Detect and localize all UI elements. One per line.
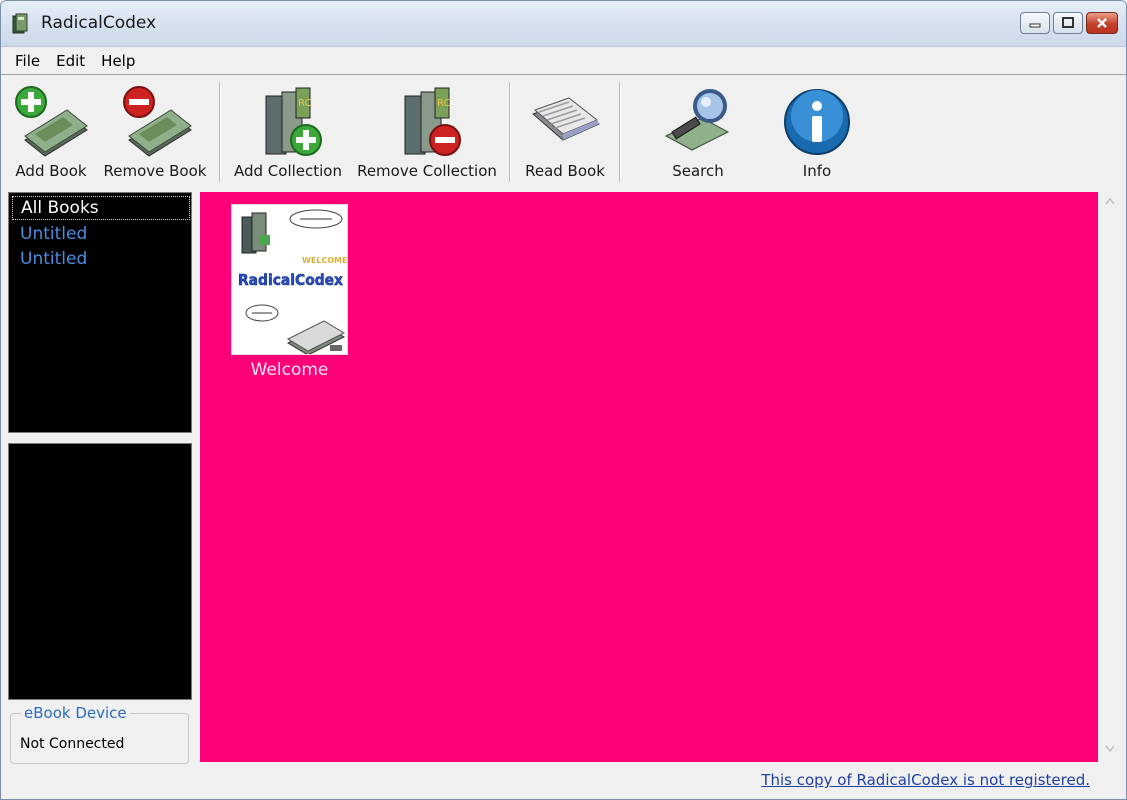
book-grid[interactable]: WELCOME TO RadicalCodex Welcome (200, 192, 1098, 762)
cover-brand-text: RadicalCodex (238, 271, 343, 289)
cover-heading-text: WELCOME TO (302, 256, 348, 265)
read-book-label: Read Book (525, 162, 605, 180)
remove-collection-label: Remove Collection (357, 162, 497, 180)
menu-file[interactable]: File (7, 52, 48, 70)
collections-list[interactable]: All Books Untitled Untitled (8, 192, 192, 433)
info-icon (784, 89, 850, 155)
add-collection-icon: RC (265, 87, 322, 156)
svg-text:RC: RC (437, 98, 450, 109)
close-icon (1097, 18, 1107, 28)
title-bar[interactable]: RadicalCodex (1, 1, 1126, 47)
scroll-up-icon[interactable] (1104, 196, 1116, 206)
maximize-button[interactable] (1053, 12, 1083, 34)
remove-collection-icon: RC (404, 87, 461, 156)
book-cover-welcome[interactable]: WELCOME TO RadicalCodex (231, 204, 348, 355)
close-button[interactable] (1086, 12, 1118, 34)
collection-item-untitled[interactable]: Untitled (12, 248, 95, 272)
svg-text:RC: RC (298, 98, 311, 109)
app-book-icon (12, 13, 28, 34)
panel-splitter[interactable] (8, 433, 192, 443)
registration-link[interactable]: This copy of RadicalCodex is not registe… (761, 771, 1090, 789)
collection-item-untitled[interactable]: Untitled (12, 223, 95, 247)
app-window: RadicalCodex File Edit Help Add Book Rem… (0, 0, 1127, 800)
toolbar-separator (509, 82, 511, 182)
ebook-device-group: eBook Device Not Connected (10, 704, 189, 764)
ebook-device-status: Not Connected (20, 736, 125, 752)
book-title-welcome[interactable]: Welcome (231, 360, 348, 380)
read-book-button[interactable]: Read Book (521, 80, 609, 184)
scroll-down-icon[interactable] (1104, 744, 1116, 754)
search-icon (664, 89, 730, 151)
add-book-label: Add Book (15, 162, 87, 180)
info-button[interactable]: Info (777, 80, 857, 184)
content-scrollbar[interactable] (1100, 192, 1120, 762)
maximize-icon (1062, 17, 1074, 28)
book-cover-image: WELCOME TO RadicalCodex (232, 205, 348, 354)
remove-collection-button[interactable]: RC Remove Collection (357, 80, 497, 184)
search-button[interactable]: Search (657, 80, 739, 184)
status-bar: This copy of RadicalCodex is not registe… (1, 766, 1126, 799)
info-label: Info (802, 162, 832, 180)
toolbar-separator (219, 82, 221, 182)
menu-help[interactable]: Help (93, 52, 143, 70)
add-book-button[interactable]: Add Book (11, 80, 91, 184)
menu-edit[interactable]: Edit (48, 52, 93, 70)
add-book-icon (15, 86, 88, 157)
remove-book-icon (123, 86, 192, 157)
add-collection-label: Add Collection (233, 162, 342, 180)
remove-book-label: Remove Book (103, 162, 207, 180)
minimize-icon (1029, 23, 1041, 28)
window-title: RadicalCodex (41, 13, 157, 33)
toolbar: Add Book Remove Book RC Add Collection R… (1, 76, 1126, 186)
toolbar-separator (619, 82, 621, 182)
menu-bar: File Edit Help (1, 47, 1126, 75)
ebook-device-legend: eBook Device (21, 704, 130, 722)
details-panel (8, 443, 192, 700)
read-book-icon (532, 97, 600, 141)
minimize-button[interactable] (1020, 12, 1050, 34)
collection-item-all-books[interactable]: All Books (12, 196, 190, 220)
add-collection-button[interactable]: RC Add Collection (233, 80, 343, 184)
remove-book-button[interactable]: Remove Book (101, 80, 209, 184)
search-label: Search (672, 162, 724, 180)
